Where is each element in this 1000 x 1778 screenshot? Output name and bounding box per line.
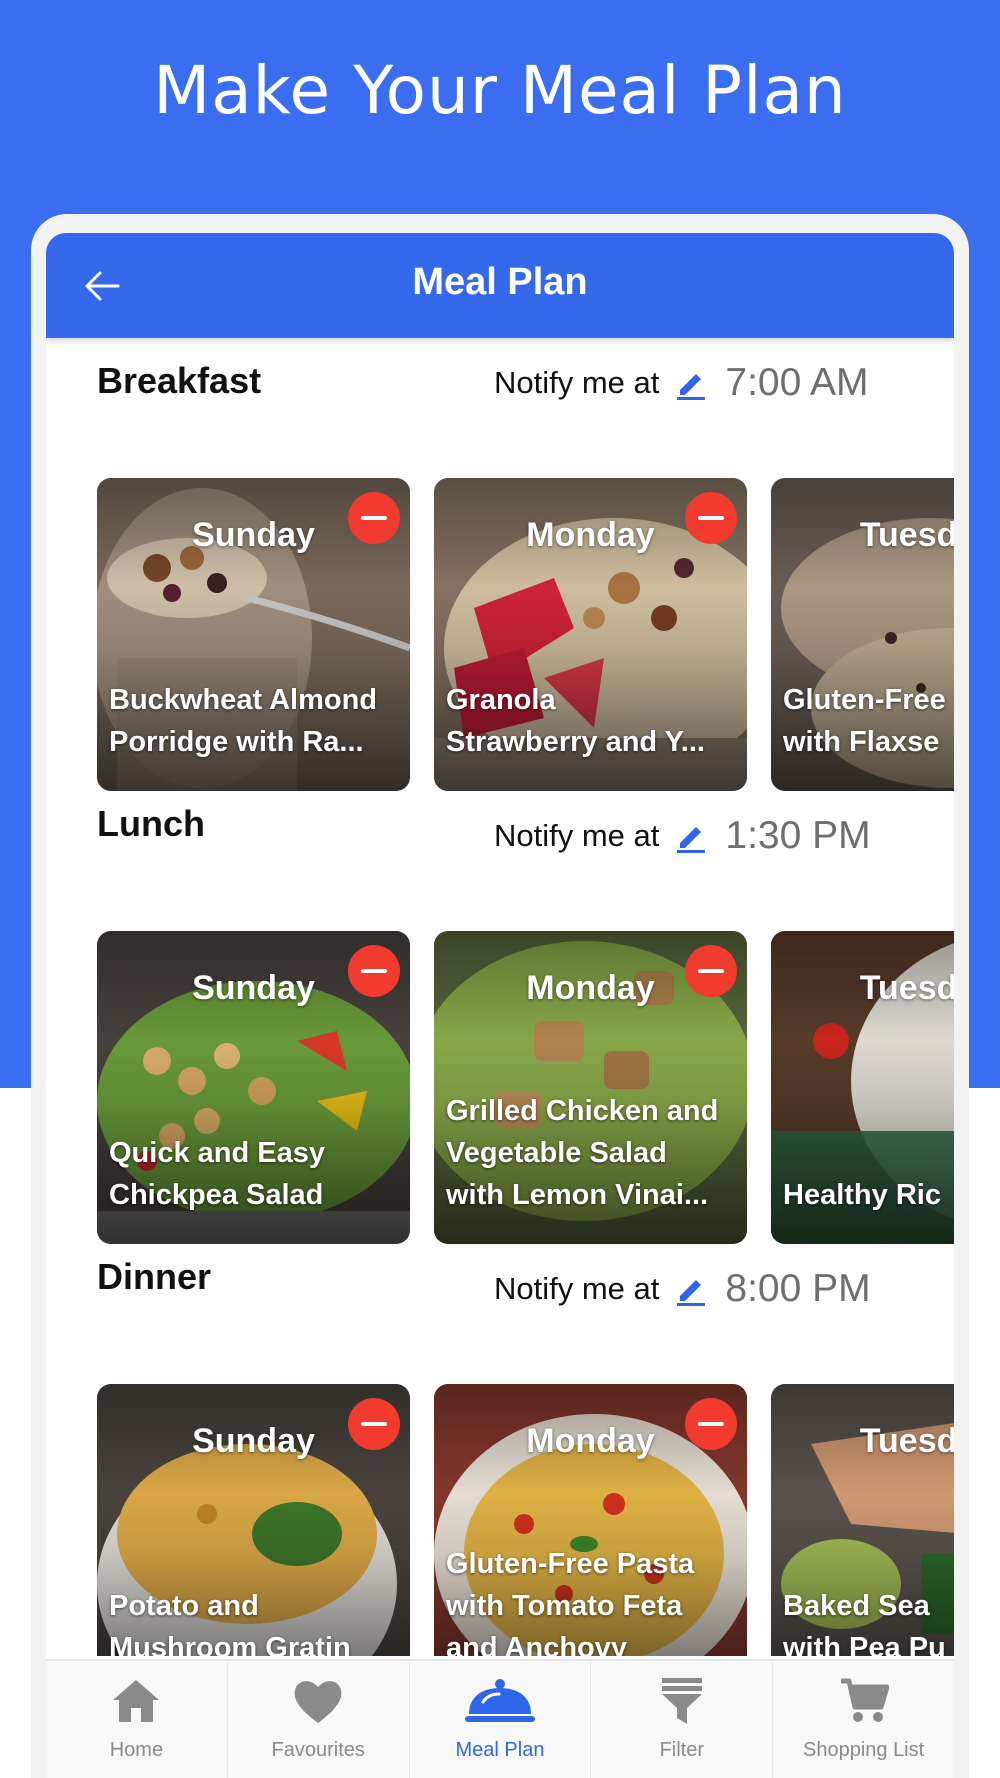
notify-row-lunch: Notify me at 1:30 PM [494,811,871,861]
card-dish-name: Quick and Easy Chickpea Salad [109,1137,325,1211]
card-day: Tuesday [859,969,954,1007]
card-dish-name: Baked Sea with Pea Pu [783,1590,946,1656]
nav-label: Favourites [271,1739,365,1761]
remove-button[interactable] [348,945,400,997]
section-title-dinner: Dinner [97,1256,212,1297]
card-day: Tuesday [859,1422,954,1460]
meal-card-breakfast-tuesday[interactable]: Tuesday Gluten-Free with Flaxse [771,478,954,791]
meal-card-lunch-sunday[interactable]: Sunday Quick and Easy Chickpea Salad [97,931,410,1244]
filter-icon [661,1678,702,1724]
section-title-lunch: Lunch [97,803,205,844]
notify-time-breakfast[interactable]: 7:00 AM [725,361,868,405]
nav-item-meal-plan[interactable]: Meal Plan [410,1661,592,1778]
meal-plan-list[interactable]: Breakfast Notify me at 7:00 AM Sunday Bu… [46,338,954,1656]
nav-item-favourites[interactable]: Favourites [228,1661,410,1778]
meal-card-lunch-tuesday[interactable]: Tuesday Healthy Ric [771,931,954,1244]
nav-item-filter[interactable]: Filter [591,1661,774,1778]
app-screen: Meal Plan Breakfast Notify me at 7:00 AM [46,233,954,1778]
card-dish-name: Potato and Mushroom Gratin [109,1590,351,1656]
nav-label: Meal Plan [455,1739,545,1761]
meal-card-dinner-sunday[interactable]: Sunday Potato and Mushroom Gratin [97,1384,410,1656]
notify-label: Notify me at [494,1271,660,1306]
nav-item-shopping-list[interactable]: Shopping List [773,1661,954,1778]
notify-time-dinner[interactable]: 8:00 PM [725,1267,870,1311]
heart-icon [294,1681,342,1723]
meal-card-lunch-monday[interactable]: Monday Grilled Chicken and Vegetable Sal… [434,931,747,1244]
nav-label: Home [109,1739,164,1761]
notify-label: Notify me at [494,365,660,400]
card-dish-name: Grilled Chicken and Vegetable Salad with… [446,1095,719,1211]
remove-button[interactable] [685,492,737,544]
remove-button[interactable] [348,492,400,544]
edit-pencil-icon[interactable] [675,1271,707,1307]
remove-button[interactable] [685,945,737,997]
app-bar-title: Meal Plan [412,261,588,303]
section-title-breakfast: Breakfast [97,360,262,401]
cloche-icon [464,1679,535,1722]
remove-button[interactable] [685,1398,737,1450]
nav-label: Shopping List [802,1739,925,1761]
meal-card-dinner-tuesday[interactable]: Tuesday Baked Sea with Pea Pu [771,1384,954,1656]
home-icon [113,1680,160,1722]
card-dish-name: Gluten-Free with Flaxse [783,684,946,758]
edit-pencil-icon[interactable] [675,818,707,854]
meal-card-dinner-monday[interactable]: Monday Gluten-Free Pasta with Tomato Fet… [434,1384,747,1656]
card-day: Tuesday [859,516,954,554]
nav-item-home[interactable]: Home [46,1661,228,1778]
cart-icon [840,1678,889,1722]
remove-button[interactable] [348,1398,400,1450]
bottom-navigation: Home Favourites Meal Plan Filter Shoppin… [46,1659,954,1778]
card-dish-name: Healthy Ric [783,1179,941,1211]
promo-title: Make Your Meal Plan [153,52,847,129]
notify-row-breakfast: Notify me at 7:00 AM [494,358,868,408]
meal-card-breakfast-sunday[interactable]: Sunday Buckwheat Almond Porridge with Ra… [97,478,410,791]
meal-card-breakfast-monday[interactable]: Monday Granola Strawberry and Y... [434,478,747,791]
card-dish-name: Granola Strawberry and Y... [446,684,705,758]
card-dish-name: Gluten-Free Pasta with Tomato Feta and A… [446,1548,695,1656]
card-dish-name: Buckwheat Almond Porridge with Ra... [109,684,378,758]
notify-label: Notify me at [494,818,660,853]
nav-label: Filter [659,1739,705,1761]
edit-pencil-icon[interactable] [675,365,707,401]
app-bar: Meal Plan [46,233,954,338]
notify-row-dinner: Notify me at 8:00 PM [494,1264,871,1314]
notify-time-lunch[interactable]: 1:30 PM [725,814,870,858]
